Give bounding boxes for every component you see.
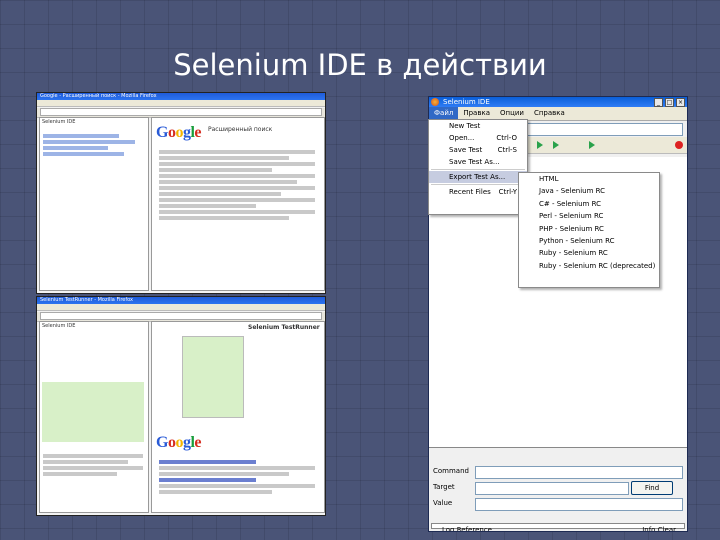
export-ruby-deprecated[interactable]: Ruby - Selenium RC (deprecated)	[519, 260, 659, 272]
menu-item-open[interactable]: Open... Ctrl-O	[429, 132, 527, 144]
value-label: Value	[433, 499, 453, 507]
menu-item-recent-files[interactable]: Recent Files Ctrl-Y	[429, 186, 527, 198]
minimize-icon[interactable]: _	[654, 98, 663, 107]
page-heading: Расширенный поиск	[208, 126, 273, 133]
log-tabs[interactable]: Log Reference	[442, 524, 492, 531]
export-submenu: HTML Java - Selenium RC C# - Selenium RC…	[518, 172, 660, 288]
menu-separator	[431, 169, 525, 170]
ide-sidebar: Selenium IDE	[39, 117, 149, 291]
export-perl[interactable]: Perl - Selenium RC	[519, 210, 659, 222]
target-row: Target Find	[429, 481, 687, 495]
export-ruby[interactable]: Ruby - Selenium RC	[519, 247, 659, 259]
target-input[interactable]	[475, 482, 629, 495]
window-titlebar: Google - Расширенный поиск - Mozilla Fir…	[37, 93, 325, 100]
value-row: Value	[429, 497, 687, 511]
command-row: Command	[429, 465, 687, 479]
runner-title: Selenium TestRunner	[248, 324, 320, 331]
target-label: Target	[433, 483, 455, 491]
slide-title: Selenium IDE в действии	[173, 48, 547, 82]
window-titlebar: Selenium TestRunner - Mozilla Firefox	[37, 297, 325, 304]
ide-title: Selenium IDE	[443, 98, 490, 106]
menu-bar	[37, 304, 325, 311]
url-bar	[40, 108, 322, 116]
menu-separator	[431, 184, 525, 185]
screenshot-testrunner: Selenium TestRunner - Mozilla Firefox Se…	[36, 296, 326, 516]
play-icon[interactable]	[537, 141, 543, 149]
command-input[interactable]	[475, 466, 683, 479]
browser-content: Google Расширенный поиск	[151, 117, 325, 291]
menu-item-new-test[interactable]: New Test	[429, 120, 527, 132]
value-input[interactable]	[475, 498, 683, 511]
log-actions[interactable]: Info Clear	[642, 524, 676, 531]
menu-item-export-test-as[interactable]: Export Test As...▸	[429, 171, 527, 183]
record-icon[interactable]	[675, 141, 683, 149]
menu-bar	[37, 100, 325, 107]
screenshot-advanced-search: Google - Расширенный поиск - Mozilla Fir…	[36, 92, 326, 294]
export-java[interactable]: Java - Selenium RC	[519, 185, 659, 197]
firefox-icon	[431, 98, 439, 106]
browser-content: Selenium TestRunner Google	[151, 321, 325, 513]
export-csharp[interactable]: C# - Selenium RC	[519, 198, 659, 210]
ide-sidebar: Selenium IDE	[39, 321, 149, 513]
command-label: Command	[433, 467, 469, 475]
play-all-icon[interactable]	[553, 141, 559, 149]
url-bar	[40, 312, 322, 320]
find-button[interactable]: Find	[631, 481, 673, 495]
menu-item-save-test[interactable]: Save Test Ctrl-S	[429, 144, 527, 156]
step-icon[interactable]	[589, 141, 595, 149]
ide-titlebar: Selenium IDE _ □ ×	[429, 97, 687, 107]
maximize-icon[interactable]: □	[665, 98, 674, 107]
export-python[interactable]: Python - Selenium RC	[519, 235, 659, 247]
menu-item-save-test-as[interactable]: Save Test As...	[429, 156, 527, 168]
google-logo: Google	[156, 124, 202, 141]
google-logo: Google	[156, 434, 202, 451]
export-html[interactable]: HTML	[519, 173, 659, 185]
log-panel: Log Reference Info Clear	[431, 523, 685, 531]
close-icon[interactable]: ×	[676, 98, 685, 107]
menu-help[interactable]: Справка	[529, 107, 570, 120]
file-menu-dropdown: New Test Open... Ctrl-O Save Test Ctrl-S S…	[428, 119, 528, 215]
export-php[interactable]: PHP - Selenium RC	[519, 223, 659, 235]
